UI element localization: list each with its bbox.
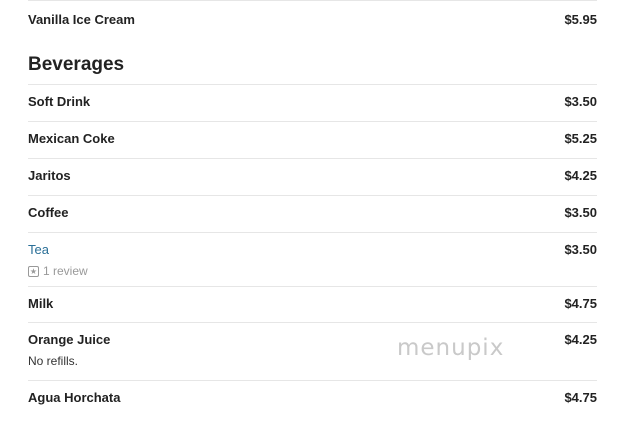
item-name: Mexican Coke — [28, 131, 115, 146]
section-title-beverages: Beverages — [28, 54, 125, 75]
menu-item[interactable]: Jaritos $4.25 — [28, 158, 597, 195]
item-name-link[interactable]: Tea — [28, 242, 88, 258]
menu-item[interactable]: Tea ★ 1 review $3.50 — [28, 232, 597, 286]
menu-item[interactable]: Mexican Coke $5.25 — [28, 121, 597, 158]
menu-item[interactable]: Orange Juice No refills. $4.25 — [28, 322, 597, 380]
watermark-logo: menupix — [397, 335, 505, 361]
item-review[interactable]: ★ 1 review — [28, 264, 88, 279]
item-price: $5.95 — [564, 12, 597, 27]
item-price: $3.50 — [564, 205, 597, 220]
menu-item[interactable]: Agua Horchata $4.75 — [28, 380, 597, 420]
item-name: Soft Drink — [28, 94, 91, 109]
menu-item[interactable]: Coffee $3.50 — [28, 195, 597, 232]
item-price: $4.75 — [564, 390, 597, 405]
item-price: $4.25 — [564, 332, 597, 347]
item-description: No refills. — [28, 354, 79, 368]
star-icon: ★ — [28, 266, 39, 277]
item-price: $5.25 — [564, 131, 597, 146]
item-name: Agua Horchata — [28, 390, 121, 405]
item-price: $4.75 — [564, 296, 597, 311]
review-count: 1 review — [43, 264, 88, 278]
item-price: $3.50 — [564, 94, 597, 109]
item-name: Coffee — [28, 205, 69, 220]
item-name: Jaritos — [28, 168, 71, 183]
item-price: $4.25 — [564, 168, 597, 183]
menu-item[interactable]: Soft Drink $3.50 — [28, 84, 597, 121]
item-name: Milk — [28, 296, 54, 311]
menu-item[interactable]: Milk $4.75 — [28, 286, 597, 322]
menu-item-vanilla-ice-cream[interactable]: Vanilla Ice Cream $5.95 — [28, 0, 597, 37]
item-name: Vanilla Ice Cream — [28, 12, 135, 27]
item-name: Orange Juice — [28, 332, 111, 347]
item-price: $3.50 — [564, 242, 597, 257]
